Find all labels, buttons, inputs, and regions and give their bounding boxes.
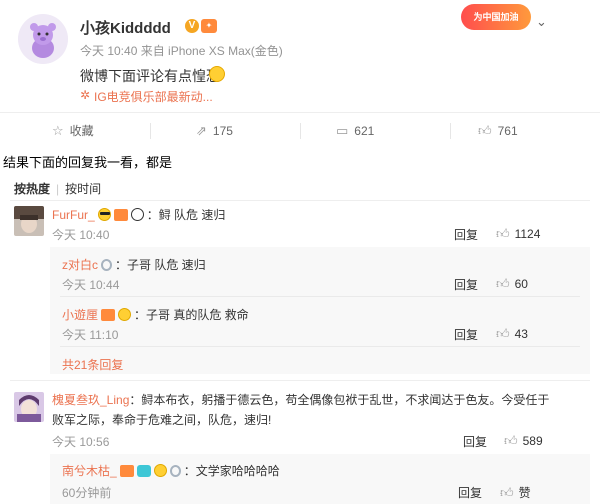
reply-header: 南兮木枯_ ：文学家哈哈哈哈 bbox=[62, 462, 280, 479]
reply-button[interactable]: 回复 bbox=[458, 484, 482, 501]
like-count: 761 bbox=[497, 124, 518, 138]
reply-header: z对白c ：子哥 队危 速归 bbox=[62, 256, 206, 273]
comment-like-button[interactable]: 👍︎ 589 bbox=[504, 433, 543, 449]
post-source-link[interactable]: IG电竞俱乐部最新动... bbox=[94, 88, 213, 105]
eye-badge-icon bbox=[136, 464, 151, 477]
thumbs-up-icon: 👍︎ bbox=[496, 326, 510, 341]
divider bbox=[150, 123, 151, 139]
caption-text: 结果下面的回复我一看，都是 bbox=[3, 155, 173, 170]
cool-face-icon bbox=[97, 208, 111, 221]
reply-header: 小遊厘 ：子哥 真的队危 救命 bbox=[62, 306, 249, 323]
comment-like-button[interactable]: 👍︎ 1124 bbox=[496, 226, 540, 242]
weibo-post-card: 小孩Kiddddd V ✦ 今天 10:40 来自 iPhone XS Max(… bbox=[0, 0, 600, 148]
reply-like-label: 赞 bbox=[518, 486, 531, 500]
repost-button[interactable]: ⇗ 175 bbox=[196, 113, 233, 149]
divider bbox=[10, 200, 590, 201]
reply-time: 今天 10:44 bbox=[62, 278, 120, 292]
favorite-button[interactable]: ☆ 收藏 bbox=[52, 113, 94, 149]
member-badge-icon bbox=[101, 308, 116, 321]
thumbs-up-icon: 👍︎ bbox=[496, 276, 510, 291]
spark-icon: ✲ bbox=[80, 88, 91, 102]
post-action-bar: ☆ 收藏 ⇗ 175 ▭ 621 👍︎ 761 bbox=[0, 112, 600, 148]
reply-button[interactable]: 回复 bbox=[463, 433, 487, 450]
member-badge-icon bbox=[119, 464, 134, 477]
repost-icon: ⇗ bbox=[196, 123, 207, 138]
reply-button[interactable]: 回复 bbox=[454, 276, 478, 293]
member-badge-icon bbox=[113, 208, 128, 221]
reply-nickname[interactable]: 小遊厘 bbox=[62, 306, 98, 323]
comment-text: ：鲟 队危 速归 bbox=[146, 208, 226, 222]
comment-time: 今天 10:56 bbox=[52, 435, 110, 449]
smile-face-icon bbox=[153, 464, 167, 477]
panda-icon bbox=[130, 208, 144, 221]
sort-separator: | bbox=[56, 182, 60, 196]
comment-like-count: 589 bbox=[522, 434, 543, 448]
sort-by-time-tab[interactable]: 按时间 bbox=[65, 182, 101, 196]
comment-nickname[interactable]: 槐夏叁玖_Ling bbox=[52, 391, 129, 408]
comment-like-count: 1124 bbox=[514, 227, 541, 241]
divider bbox=[10, 380, 590, 381]
divider bbox=[300, 123, 301, 139]
comment-avatar[interactable] bbox=[14, 206, 44, 236]
divider bbox=[60, 346, 580, 347]
divider bbox=[60, 296, 580, 297]
reply-text: ：文学家哈哈哈哈 bbox=[183, 464, 280, 478]
comment-avatar[interactable] bbox=[14, 392, 44, 422]
comment-time: 今天 10:40 bbox=[52, 228, 110, 242]
post-meta: 今天 10:40 来自 iPhone XS Max(金色) bbox=[80, 44, 283, 58]
member-badge-icon: ✦ bbox=[201, 19, 217, 33]
reply-time: 今天 11:10 bbox=[62, 328, 119, 342]
reply-text: ：子哥 真的队危 救命 bbox=[134, 308, 249, 322]
thumbs-up-icon: 👍︎ bbox=[496, 226, 510, 241]
star-icon: ☆ bbox=[52, 123, 64, 138]
reply-like-count: 60 bbox=[514, 277, 528, 291]
comment-count: 621 bbox=[354, 124, 375, 138]
reply-text: ：子哥 队危 速归 bbox=[115, 258, 206, 272]
reply-like-button[interactable]: 👍︎ 60 bbox=[496, 276, 528, 292]
like-button[interactable]: 👍︎ 761 bbox=[478, 113, 518, 149]
medal-icon bbox=[101, 258, 113, 271]
medal-icon bbox=[169, 464, 181, 477]
post-text: 微博下面评论有点惶恐 bbox=[80, 68, 220, 84]
more-replies-link[interactable]: 共21条回复 bbox=[62, 356, 123, 373]
user-avatar[interactable] bbox=[18, 14, 68, 64]
comment-text-line-2: 败军之际，奉命于危难之间，队危，速归! bbox=[52, 413, 272, 427]
thumbs-up-icon: 👍︎ bbox=[504, 433, 518, 448]
smile-face-icon bbox=[118, 308, 132, 321]
reply-like-count: 43 bbox=[514, 327, 528, 341]
sort-by-hot-tab[interactable]: 按热度 bbox=[14, 182, 50, 196]
campaign-banner[interactable]: 为中国加油 bbox=[461, 4, 531, 30]
post-username[interactable]: 小孩Kiddddd bbox=[80, 17, 171, 38]
comment-text-line-1: ：鲟本布衣，躬播于德云色，苟全偶像包袱于乱世，不求闻达于色友。今受任于 bbox=[129, 393, 550, 407]
fearful-face-emoji-icon bbox=[209, 66, 225, 82]
thumbs-up-icon: 👍︎ bbox=[478, 123, 492, 138]
thumbs-up-icon: 👍︎ bbox=[500, 484, 514, 500]
comment-button[interactable]: ▭ 621 bbox=[336, 113, 374, 149]
comment-icon: ▭ bbox=[336, 123, 349, 138]
reply-like-button[interactable]: 👍︎ 43 bbox=[496, 326, 528, 342]
reply-nickname[interactable]: z对白c bbox=[62, 256, 98, 273]
reply-button[interactable]: 回复 bbox=[454, 326, 478, 343]
reply-button[interactable]: 回复 bbox=[454, 226, 478, 243]
comment-header: FurFur_ ：鲟 队危 速归 bbox=[52, 206, 225, 223]
divider bbox=[450, 123, 451, 139]
comment-nickname[interactable]: FurFur_ bbox=[52, 208, 95, 222]
reply-like-button[interactable]: 👍︎ 赞 bbox=[500, 484, 531, 501]
repost-count: 175 bbox=[212, 124, 233, 138]
chevron-down-icon[interactable]: ⌄ bbox=[536, 14, 547, 30]
sort-bar: 按热度 | 按时间 bbox=[14, 180, 101, 197]
reply-nickname[interactable]: 南兮木枯_ bbox=[62, 462, 117, 479]
verified-v-icon: V bbox=[185, 19, 199, 33]
comment-header: 槐夏叁玖_Ling ：鲟本布衣，躬播于德云色，苟全偶像包袱于乱世，不求闻达于色友… bbox=[52, 391, 549, 408]
reply-time: 60分钟前 bbox=[62, 486, 112, 500]
favorite-label: 收藏 bbox=[69, 124, 94, 138]
